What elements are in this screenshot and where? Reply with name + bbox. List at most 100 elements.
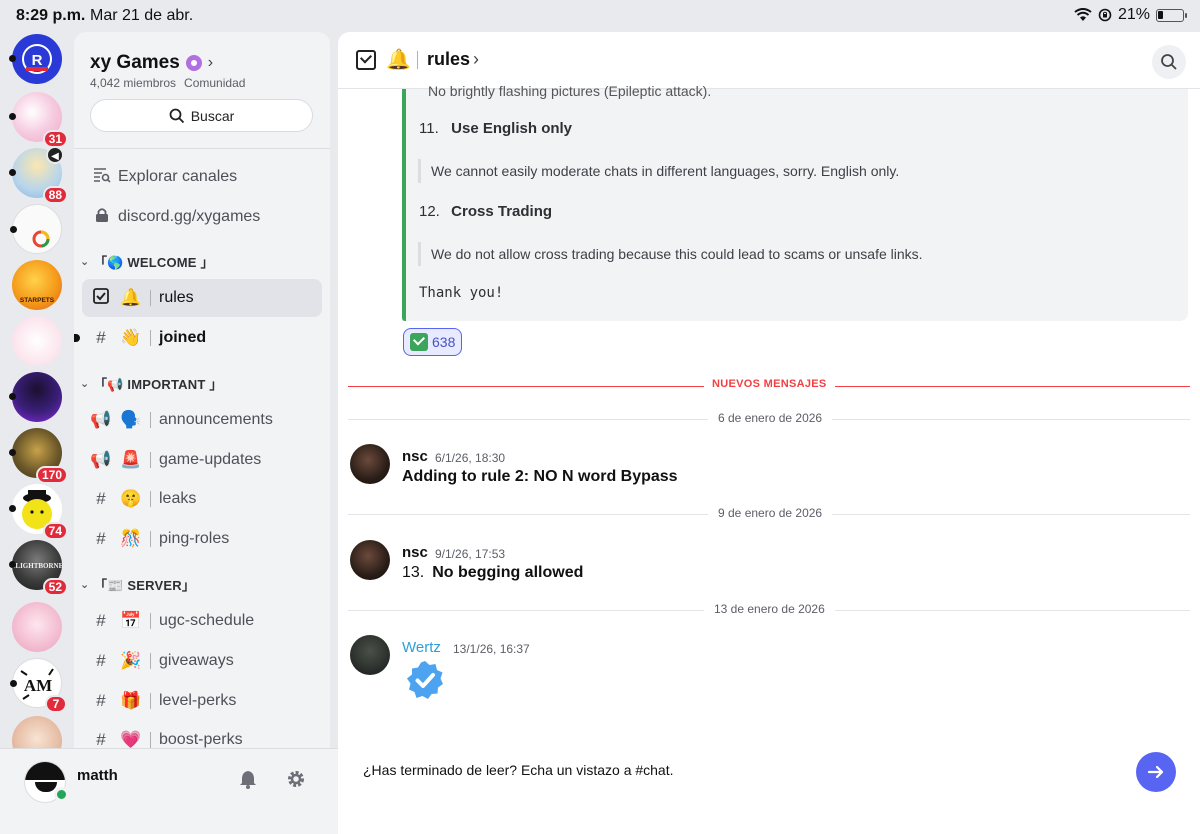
category-server[interactable]: ⌄ 「📰 SERVER」 bbox=[74, 572, 330, 596]
avatar[interactable] bbox=[350, 540, 390, 580]
message: nsc 9/1/26, 17:53 13. No begging allowed bbox=[350, 540, 1190, 600]
channel-game-updates[interactable]: 📢 🚨 game-updates bbox=[82, 441, 322, 479]
chevron-down-icon: ⌄ bbox=[80, 578, 90, 591]
rotation-lock-icon bbox=[1098, 8, 1112, 22]
search-label: Buscar bbox=[190, 107, 235, 124]
user-panel: matth bbox=[0, 748, 338, 834]
closing-text: Thank you! bbox=[419, 285, 504, 301]
rule-body: We do not allow cross trading because th… bbox=[418, 242, 923, 266]
message-author[interactable]: nsc bbox=[402, 544, 428, 561]
hash-icon: # bbox=[96, 730, 106, 748]
channel-announcements[interactable]: 📢 🗣️ announcements bbox=[82, 401, 322, 439]
server-meta: 4,042 miembros Comunidad bbox=[90, 76, 245, 90]
google-logo-icon bbox=[32, 230, 50, 248]
chevron-down-icon: ⌄ bbox=[80, 255, 90, 268]
reaction-button[interactable]: 638 bbox=[403, 328, 463, 356]
chevron-right-icon[interactable]: › bbox=[473, 49, 479, 70]
check-mark-icon bbox=[410, 333, 428, 351]
mention-badge: 52 bbox=[42, 578, 68, 596]
cr-logo-icon: R bbox=[22, 44, 52, 74]
server-icon-cr[interactable]: R bbox=[9, 34, 62, 84]
server-icon-game[interactable]: 170 bbox=[9, 428, 68, 484]
unread-pill bbox=[10, 226, 17, 233]
channel-separator bbox=[150, 452, 151, 468]
battery-level bbox=[1158, 10, 1163, 19]
invite-label: discord.gg/xygames bbox=[118, 208, 261, 225]
unread-pill bbox=[9, 393, 16, 400]
jump-button[interactable] bbox=[1136, 752, 1176, 792]
channel-emoji: 🎉 bbox=[120, 651, 142, 670]
server-icon-purple[interactable] bbox=[9, 372, 62, 422]
channel-separator bbox=[150, 653, 151, 669]
invite-link[interactable]: discord.gg/xygames bbox=[74, 198, 330, 236]
channel-rules[interactable]: 🔔 rules bbox=[82, 279, 322, 317]
server-icon-pink-doll[interactable] bbox=[12, 602, 62, 652]
bell-icon[interactable] bbox=[237, 769, 259, 791]
new-messages-divider: NUEVOS MENSAJES bbox=[348, 378, 1190, 394]
server-icon-starpets[interactable]: STARPETS bbox=[12, 260, 62, 310]
avatar[interactable] bbox=[350, 635, 390, 675]
username[interactable]: matth bbox=[77, 767, 118, 784]
channel-emoji: 🚨 bbox=[120, 450, 142, 469]
rule-cut-text: No brightly flashing pictures (Epileptic… bbox=[428, 83, 712, 99]
channel-emoji: 🗣️ bbox=[120, 410, 142, 429]
category-welcome[interactable]: ⌄ 「🌎 WELCOME 」 bbox=[74, 249, 330, 273]
unread-pill bbox=[9, 449, 16, 456]
server-icon-white[interactable] bbox=[10, 204, 62, 254]
header-search-button[interactable] bbox=[1152, 45, 1186, 79]
mention-badge: 170 bbox=[35, 466, 68, 484]
date-divider: 9 de enero de 2026 bbox=[348, 506, 1190, 522]
message-timestamp: 6/1/26, 18:30 bbox=[435, 451, 506, 465]
rules-check-icon bbox=[90, 287, 112, 309]
status-bar: 8:29 p.m. Mar 21 de abr. 21% bbox=[0, 0, 1200, 32]
server-icon-anime[interactable]: ◀ 88 bbox=[9, 146, 68, 204]
channel-title[interactable]: rules bbox=[427, 49, 470, 70]
server-icon-am[interactable]: AM 7 bbox=[10, 658, 67, 713]
date-label: 6 de enero de 2026 bbox=[708, 411, 833, 425]
unread-pill bbox=[9, 169, 16, 176]
status-right: 21% bbox=[1074, 6, 1187, 24]
divider bbox=[74, 148, 330, 149]
svg-text:BLIGHTBORNE: BLIGHTBORNE bbox=[12, 562, 62, 570]
channel-joined[interactable]: # 👋 joined bbox=[74, 319, 322, 357]
channel-giveaways[interactable]: # 🎉 giveaways bbox=[82, 642, 322, 680]
message-author[interactable]: nsc bbox=[402, 448, 428, 465]
channel-leaks[interactable]: # 🤫 leaks bbox=[82, 480, 322, 518]
rule-body: We cannot easily moderate chats in diffe… bbox=[418, 159, 899, 183]
rule-title: Use English only bbox=[451, 120, 573, 137]
explore-channels[interactable]: Explorar canales bbox=[74, 158, 330, 196]
rule-number: 11. bbox=[419, 120, 439, 137]
channel-ugc-schedule[interactable]: # 📅 ugc-schedule bbox=[82, 602, 322, 640]
server-icon-yellow-hat[interactable]: 74 bbox=[9, 484, 68, 540]
channel-emoji: 🤫 bbox=[120, 489, 142, 508]
channel-boost-perks[interactable]: # 💗 boost-perks bbox=[82, 721, 322, 748]
message-timestamp: 13/1/26, 16:37 bbox=[453, 642, 530, 656]
hash-icon: # bbox=[96, 611, 106, 630]
search-button[interactable]: Buscar bbox=[90, 99, 313, 132]
message-author[interactable]: Wertz bbox=[402, 639, 441, 656]
server-name-button[interactable]: xy Games › bbox=[90, 52, 213, 74]
channel-name: leaks bbox=[159, 490, 197, 507]
message-content: 13. No begging allowed bbox=[402, 564, 583, 582]
avatar[interactable] bbox=[350, 444, 390, 484]
channel-ping-roles[interactable]: # 🎊 ping-roles bbox=[82, 520, 322, 558]
channel-name: level-perks bbox=[159, 692, 237, 709]
server-icon-pink[interactable]: 31 bbox=[9, 92, 68, 148]
header-separator bbox=[417, 51, 418, 69]
chevron-right-icon: › bbox=[207, 54, 214, 71]
lock-icon bbox=[90, 207, 114, 227]
settings-gear-icon[interactable] bbox=[285, 769, 307, 791]
channel-name: boost-perks bbox=[159, 731, 243, 748]
channel-level-perks[interactable]: # 🎁 level-perks bbox=[82, 682, 322, 720]
unread-pill bbox=[9, 505, 16, 512]
svg-text:R: R bbox=[32, 52, 43, 69]
channel-separator bbox=[150, 613, 151, 629]
partner-badge-icon bbox=[185, 55, 202, 71]
svg-text:AM: AM bbox=[24, 676, 52, 695]
server-icon-bunny[interactable] bbox=[12, 316, 62, 366]
server-icon-blightborne[interactable]: BLIGHTBORNE 52 bbox=[9, 540, 68, 596]
read-prompt[interactable]: ¿Has terminado de leer? Echa un vistazo … bbox=[363, 762, 674, 778]
category-important[interactable]: ⌄ 「📢 IMPORTANT 」 bbox=[74, 371, 330, 395]
channel-name: game-updates bbox=[159, 451, 262, 468]
status-time: 8:29 p.m. bbox=[16, 7, 86, 24]
